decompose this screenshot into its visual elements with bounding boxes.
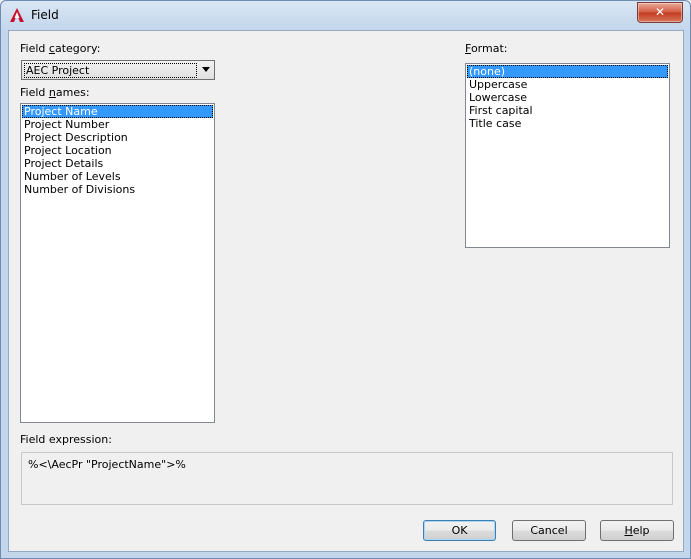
ok-button[interactable]: OK (423, 520, 496, 541)
list-item-project-number[interactable]: Project Number (22, 118, 213, 131)
list-item-project-location[interactable]: Project Location (22, 144, 213, 157)
help-button[interactable]: Help (600, 520, 674, 541)
field-category-dropdown[interactable]: AEC Project (21, 60, 215, 80)
list-item-project-name[interactable]: Project Name (22, 105, 213, 118)
list-item-format-title-case[interactable]: Title case (467, 117, 668, 130)
field-expression-box[interactable]: %<\AecPr "ProjectName">% (21, 452, 673, 505)
list-item-format-lowercase[interactable]: Lowercase (467, 91, 668, 104)
list-item-format-uppercase[interactable]: Uppercase (467, 78, 668, 91)
close-button[interactable]: ✕ (637, 2, 683, 23)
field-expression-value: %<\AecPr "ProjectName">% (28, 458, 186, 471)
list-item-format-none[interactable]: (none) (467, 65, 668, 78)
format-label: Format: (465, 42, 508, 55)
list-item-format-first-capital[interactable]: First capital (467, 104, 668, 117)
cancel-button[interactable]: Cancel (512, 520, 586, 541)
window-title: Field (31, 8, 59, 22)
close-icon: ✕ (654, 5, 666, 19)
list-item-project-details[interactable]: Project Details (22, 157, 213, 170)
format-list[interactable]: (none) Uppercase Lowercase First capital… (465, 63, 670, 248)
autocad-logo-icon (10, 8, 24, 22)
field-names-list[interactable]: Project Name Project Number Project Desc… (20, 103, 215, 423)
dialog-body: Field category: AEC Project Field names:… (8, 30, 684, 552)
field-category-value: AEC Project (24, 63, 197, 78)
field-category-label: Field category: (20, 42, 101, 55)
chevron-down-icon[interactable] (202, 67, 210, 72)
list-item-number-of-levels[interactable]: Number of Levels (22, 170, 213, 183)
field-expression-label: Field expression: (20, 433, 112, 446)
list-item-project-description[interactable]: Project Description (22, 131, 213, 144)
field-names-label: Field names: (20, 86, 90, 99)
title-bar[interactable]: Field ✕ (1, 1, 690, 31)
field-dialog: Field ✕ Field category: AEC Project Fiel… (0, 0, 691, 559)
list-item-number-of-divisions[interactable]: Number of Divisions (22, 183, 213, 196)
